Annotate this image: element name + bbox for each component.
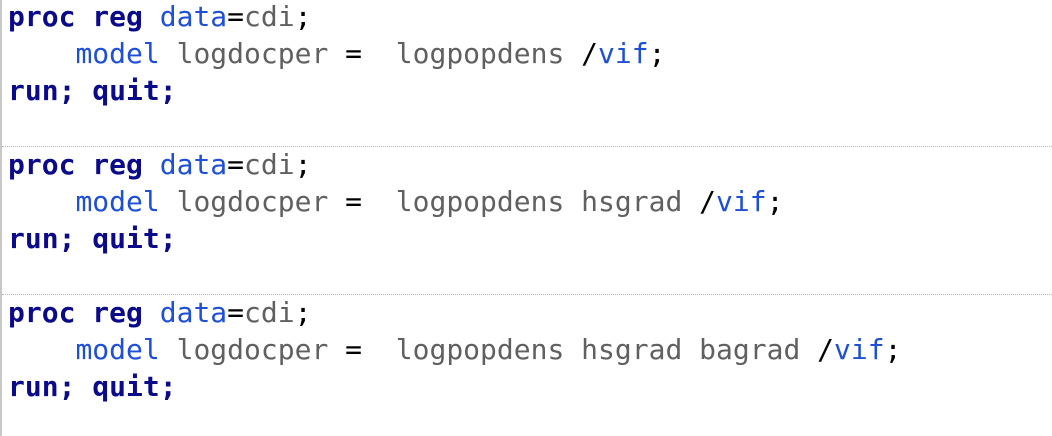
semicolon: ; bbox=[58, 74, 76, 107]
keyword-quit: quit bbox=[92, 222, 160, 255]
code-line-model: model logdocper = logpopdens hsgrad bagr… bbox=[8, 333, 901, 367]
semicolon: ; bbox=[58, 222, 76, 255]
response-variable: logdocper bbox=[176, 185, 329, 218]
predictor-variables: logpopdens bbox=[395, 37, 565, 70]
option-vif: vif bbox=[716, 185, 767, 218]
equals-sign: = bbox=[227, 0, 245, 33]
semicolon: ; bbox=[294, 148, 312, 181]
keyword-proc: proc bbox=[8, 296, 76, 329]
response-variable: logdocper bbox=[176, 37, 329, 70]
keyword-quit: quit bbox=[92, 74, 160, 107]
equals-sign: = bbox=[227, 148, 245, 181]
statement-model: model bbox=[75, 185, 160, 218]
option-vif: vif bbox=[598, 37, 649, 70]
predictor-variables: logpopdens hsgrad bbox=[395, 185, 683, 218]
keyword-reg: reg bbox=[92, 0, 143, 33]
semicolon: ; bbox=[58, 370, 76, 403]
option-data: data bbox=[159, 0, 228, 33]
predictor-variables: logpopdens hsgrad bagrad bbox=[395, 333, 801, 366]
keyword-run: run bbox=[8, 74, 59, 107]
code-line-run-quit: run; quit; bbox=[8, 370, 177, 404]
semicolon: ; bbox=[159, 370, 177, 403]
keyword-quit: quit bbox=[92, 370, 160, 403]
semicolon: ; bbox=[294, 296, 312, 329]
code-line-proc-reg: proc reg data=cdi; bbox=[8, 148, 311, 182]
keyword-proc: proc bbox=[8, 0, 76, 33]
keyword-proc: proc bbox=[8, 148, 76, 181]
option-slash: / bbox=[682, 185, 717, 218]
option-slash: / bbox=[564, 37, 599, 70]
dataset-name: cdi bbox=[244, 296, 295, 329]
semicolon: ; bbox=[766, 185, 784, 218]
equals-sign: = bbox=[328, 185, 396, 218]
semicolon: ; bbox=[294, 0, 312, 33]
code-line-proc-reg: proc reg data=cdi; bbox=[8, 296, 311, 330]
option-vif: vif bbox=[834, 333, 885, 366]
block-separator bbox=[2, 146, 1052, 147]
response-variable: logdocper bbox=[176, 333, 329, 366]
keyword-run: run bbox=[8, 370, 59, 403]
option-data: data bbox=[159, 296, 228, 329]
keyword-reg: reg bbox=[92, 148, 143, 181]
code-line-proc-reg: proc reg data=cdi; bbox=[8, 0, 311, 34]
option-data: data bbox=[159, 148, 228, 181]
dataset-name: cdi bbox=[244, 0, 295, 33]
code-editor[interactable]: proc reg data=cdi; model logdocper = log… bbox=[0, 0, 1052, 436]
semicolon: ; bbox=[159, 222, 177, 255]
equals-sign: = bbox=[328, 37, 396, 70]
option-slash: / bbox=[800, 333, 835, 366]
code-line-model: model logdocper = logpopdens hsgrad /vif… bbox=[8, 185, 783, 219]
code-line-model: model logdocper = logpopdens /vif; bbox=[8, 37, 665, 71]
semicolon: ; bbox=[648, 37, 666, 70]
code-line-run-quit: run; quit; bbox=[8, 74, 177, 108]
code-line-run-quit: run; quit; bbox=[8, 222, 177, 256]
keyword-reg: reg bbox=[92, 296, 143, 329]
keyword-run: run bbox=[8, 222, 59, 255]
block-separator bbox=[2, 294, 1052, 295]
dataset-name: cdi bbox=[244, 148, 295, 181]
equals-sign: = bbox=[328, 333, 396, 366]
equals-sign: = bbox=[227, 296, 245, 329]
statement-model: model bbox=[75, 333, 160, 366]
statement-model: model bbox=[75, 37, 160, 70]
semicolon: ; bbox=[884, 333, 902, 366]
semicolon: ; bbox=[159, 74, 177, 107]
